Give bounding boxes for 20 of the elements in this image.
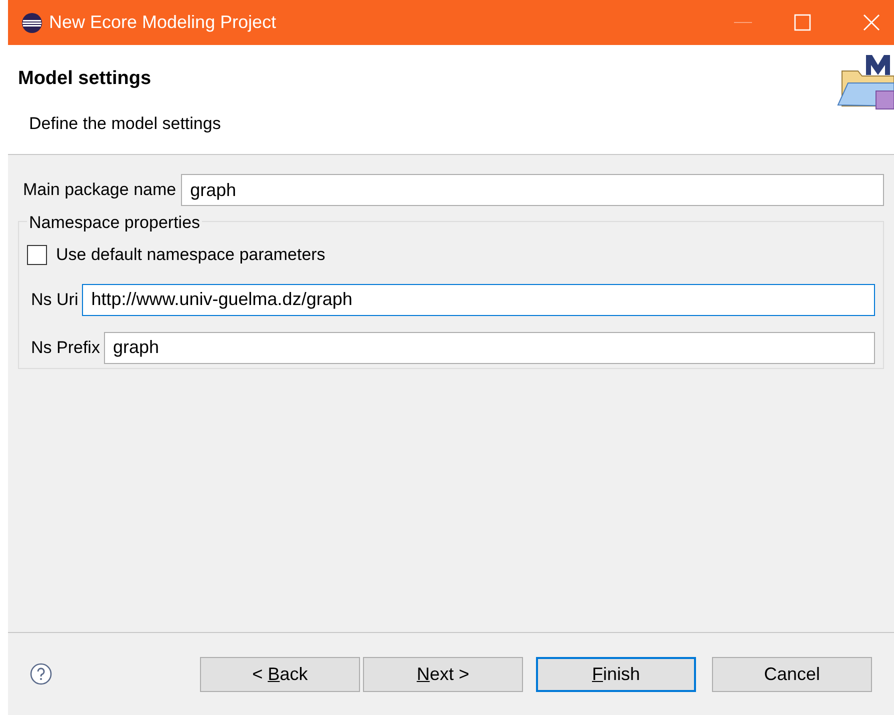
dialog-button[interactable]: Next > (363, 656, 523, 692)
maximize-icon[interactable] (794, 14, 811, 31)
checkbox[interactable] (27, 244, 47, 265)
text-field[interactable]: graph (104, 332, 875, 364)
page-description: Define the model settings (29, 112, 221, 134)
minimize-icon[interactable] (734, 22, 752, 24)
page-title: Model settings (18, 67, 152, 91)
field-label: Ns Uri (31, 288, 78, 311)
dialog-button[interactable]: Finish (536, 656, 696, 692)
eclipse-logo-icon (21, 12, 43, 34)
close-icon[interactable] (863, 14, 880, 31)
dialog-button[interactable]: Cancel (712, 656, 872, 692)
dialog-button[interactable]: < Back (200, 656, 360, 692)
text-field[interactable]: http://www.univ-guelma.dz/graph (82, 284, 875, 316)
field-label: Main package name (23, 179, 176, 202)
checkbox-label: Use default namespace parameters (56, 244, 326, 266)
text-field[interactable]: graph (181, 174, 884, 206)
field-label: Ns Prefix (31, 336, 100, 359)
help-icon[interactable] (30, 663, 52, 685)
window-title: New Ecore Modeling Project (49, 11, 276, 34)
